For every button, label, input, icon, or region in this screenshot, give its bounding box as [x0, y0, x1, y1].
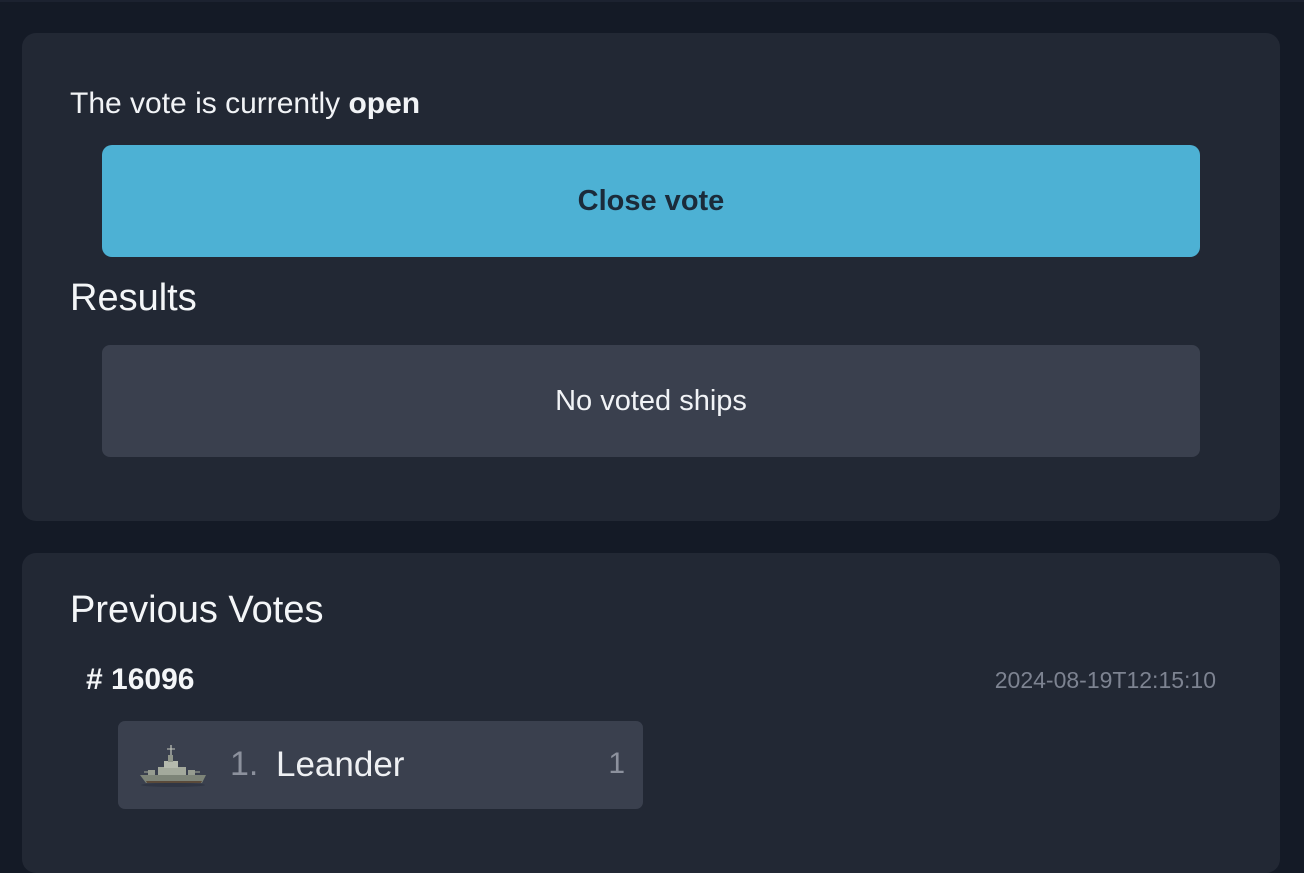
- results-heading: Results: [70, 277, 197, 319]
- vote-status-text: The vote is currently open: [70, 87, 420, 121]
- vote-id: # 16096: [86, 663, 195, 696]
- previous-votes-heading: Previous Votes: [70, 589, 324, 631]
- results-empty-state: No voted ships: [102, 345, 1200, 457]
- vote-status-state: open: [348, 87, 421, 120]
- top-border: [0, 0, 1304, 2]
- close-vote-button[interactable]: Close vote: [102, 145, 1200, 257]
- vote-status-card: The vote is currently open Close vote Re…: [22, 33, 1280, 521]
- voted-ship-row: 1. Leander 1: [118, 721, 643, 809]
- vote-status-prefix: The vote is currently: [70, 87, 341, 120]
- vote-timestamp: 2024-08-19T12:15:10: [994, 667, 1216, 693]
- results-empty-message: No voted ships: [555, 384, 747, 417]
- ship-name: Leander: [276, 745, 405, 784]
- previous-votes-card: Previous Votes # 16096 2024-08-19T12:15:…: [22, 553, 1280, 873]
- warship-icon: [140, 745, 206, 787]
- ship-vote-count: 1: [608, 747, 625, 780]
- ship-rank: 1.: [230, 745, 259, 783]
